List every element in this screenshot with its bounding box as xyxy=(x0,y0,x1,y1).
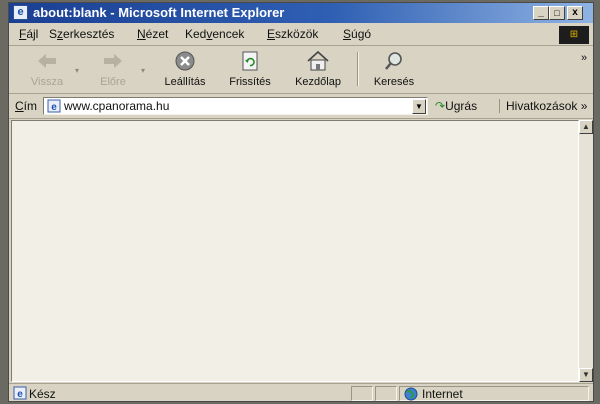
menu-edit[interactable]: Szerkesztés xyxy=(49,27,114,42)
security-zone-panel: Internet xyxy=(399,386,589,401)
menu-favorites-label-pre: Ked xyxy=(185,27,207,41)
stop-label: Leállítás xyxy=(164,76,206,88)
links-toolbar[interactable]: Hivatkozások » xyxy=(499,99,587,113)
status-bar: e Kész Internet xyxy=(9,383,593,401)
address-bar: Cím e www.cpanorama.hu ▼ ↷Ugrás Hivatkoz… xyxy=(9,94,593,119)
stop-button[interactable]: Leállítás xyxy=(155,46,215,88)
menu-help-accesskey: S xyxy=(343,27,352,41)
menu-view-label: ézet xyxy=(145,27,169,41)
go-label: Ugrás xyxy=(445,99,478,113)
browser-window: e about:blank - Microsoft Internet Explo… xyxy=(8,2,594,402)
maximize-button[interactable]: □ xyxy=(549,6,565,20)
menu-tools-label: szközök xyxy=(275,27,319,41)
page-status-icon: e xyxy=(13,386,27,400)
forward-dropdown-icon[interactable]: ▾ xyxy=(141,66,145,75)
menu-favorites[interactable]: Kedvencek xyxy=(185,27,244,42)
address-label: Cím xyxy=(15,99,37,113)
page-icon: e xyxy=(47,99,61,113)
refresh-icon xyxy=(242,51,258,71)
back-dropdown-icon[interactable]: ▾ xyxy=(75,66,79,75)
page-content[interactable] xyxy=(11,120,579,382)
standard-toolbar: Vissza ▾ Előre ▾ Leállítás Frissítés Kez… xyxy=(9,46,593,94)
refresh-label: Frissítés xyxy=(229,76,271,88)
globe-icon xyxy=(404,387,418,401)
menu-file[interactable]: Fájl xyxy=(19,27,38,42)
forward-label: Előre xyxy=(100,76,126,88)
ie-logo-icon: e xyxy=(13,5,28,20)
status-text: Kész xyxy=(29,387,56,401)
toolbar-separator xyxy=(357,52,359,86)
home-icon xyxy=(307,50,329,71)
vertical-scrollbar[interactable]: ▲ ▼ xyxy=(579,120,593,382)
svg-text:e: e xyxy=(51,102,57,113)
svg-text:e: e xyxy=(17,389,23,400)
search-icon xyxy=(385,52,402,70)
back-label: Vissza xyxy=(30,76,64,88)
go-arrow-icon: ↷ xyxy=(435,99,446,113)
menu-edit-label: erkesztés xyxy=(63,27,115,41)
back-button[interactable]: Vissza xyxy=(23,46,71,88)
address-dropdown-button[interactable]: ▼ xyxy=(412,99,426,114)
menu-favorites-label: encek xyxy=(212,27,245,41)
forward-arrow-icon xyxy=(104,54,122,68)
back-arrow-icon xyxy=(38,54,56,68)
title-bar[interactable]: e about:blank - Microsoft Internet Explo… xyxy=(9,3,593,23)
stop-icon xyxy=(175,51,195,71)
menu-help[interactable]: Súgó xyxy=(343,27,371,42)
menu-edit-label-pre: S xyxy=(49,27,58,41)
scroll-up-button[interactable]: ▲ xyxy=(579,120,593,134)
search-button[interactable]: Keresés xyxy=(365,46,423,88)
menu-tools[interactable]: Eszközök xyxy=(267,27,318,42)
menu-tools-accesskey: E xyxy=(267,27,276,41)
scroll-down-button[interactable]: ▼ xyxy=(579,368,593,382)
home-label: Kezdőlap xyxy=(295,76,341,88)
go-button[interactable]: ↷Ugrás xyxy=(435,99,477,113)
address-label-text: ím xyxy=(23,99,38,113)
address-input[interactable]: e www.cpanorama.hu ▼ xyxy=(43,97,428,115)
address-label-accesskey: C xyxy=(15,99,24,113)
refresh-button[interactable]: Frissítés xyxy=(219,46,281,88)
address-value: www.cpanorama.hu xyxy=(64,99,170,113)
home-button[interactable]: Kezdőlap xyxy=(285,46,351,88)
minimize-button[interactable]: _ xyxy=(533,6,549,20)
toolbar-overflow-chevron[interactable]: » xyxy=(581,52,587,64)
close-button[interactable]: x xyxy=(567,6,583,20)
zone-label: Internet xyxy=(422,387,463,401)
menu-view[interactable]: Nézet xyxy=(137,27,168,42)
menu-view-accesskey: N xyxy=(137,27,146,41)
windows-logo-icon: ⊞ xyxy=(559,26,589,44)
menu-help-label: úgó xyxy=(351,27,372,41)
status-panel xyxy=(351,386,373,401)
status-panel xyxy=(375,386,397,401)
window-title: about:blank - Microsoft Internet Explore… xyxy=(33,5,285,20)
forward-button[interactable]: Előre xyxy=(89,46,137,88)
menu-file-label: ájl xyxy=(26,27,39,41)
menu-bar: Fájl Szerkesztés Nézet Kedvencek Eszközö… xyxy=(9,24,593,46)
search-label: Keresés xyxy=(373,76,415,88)
